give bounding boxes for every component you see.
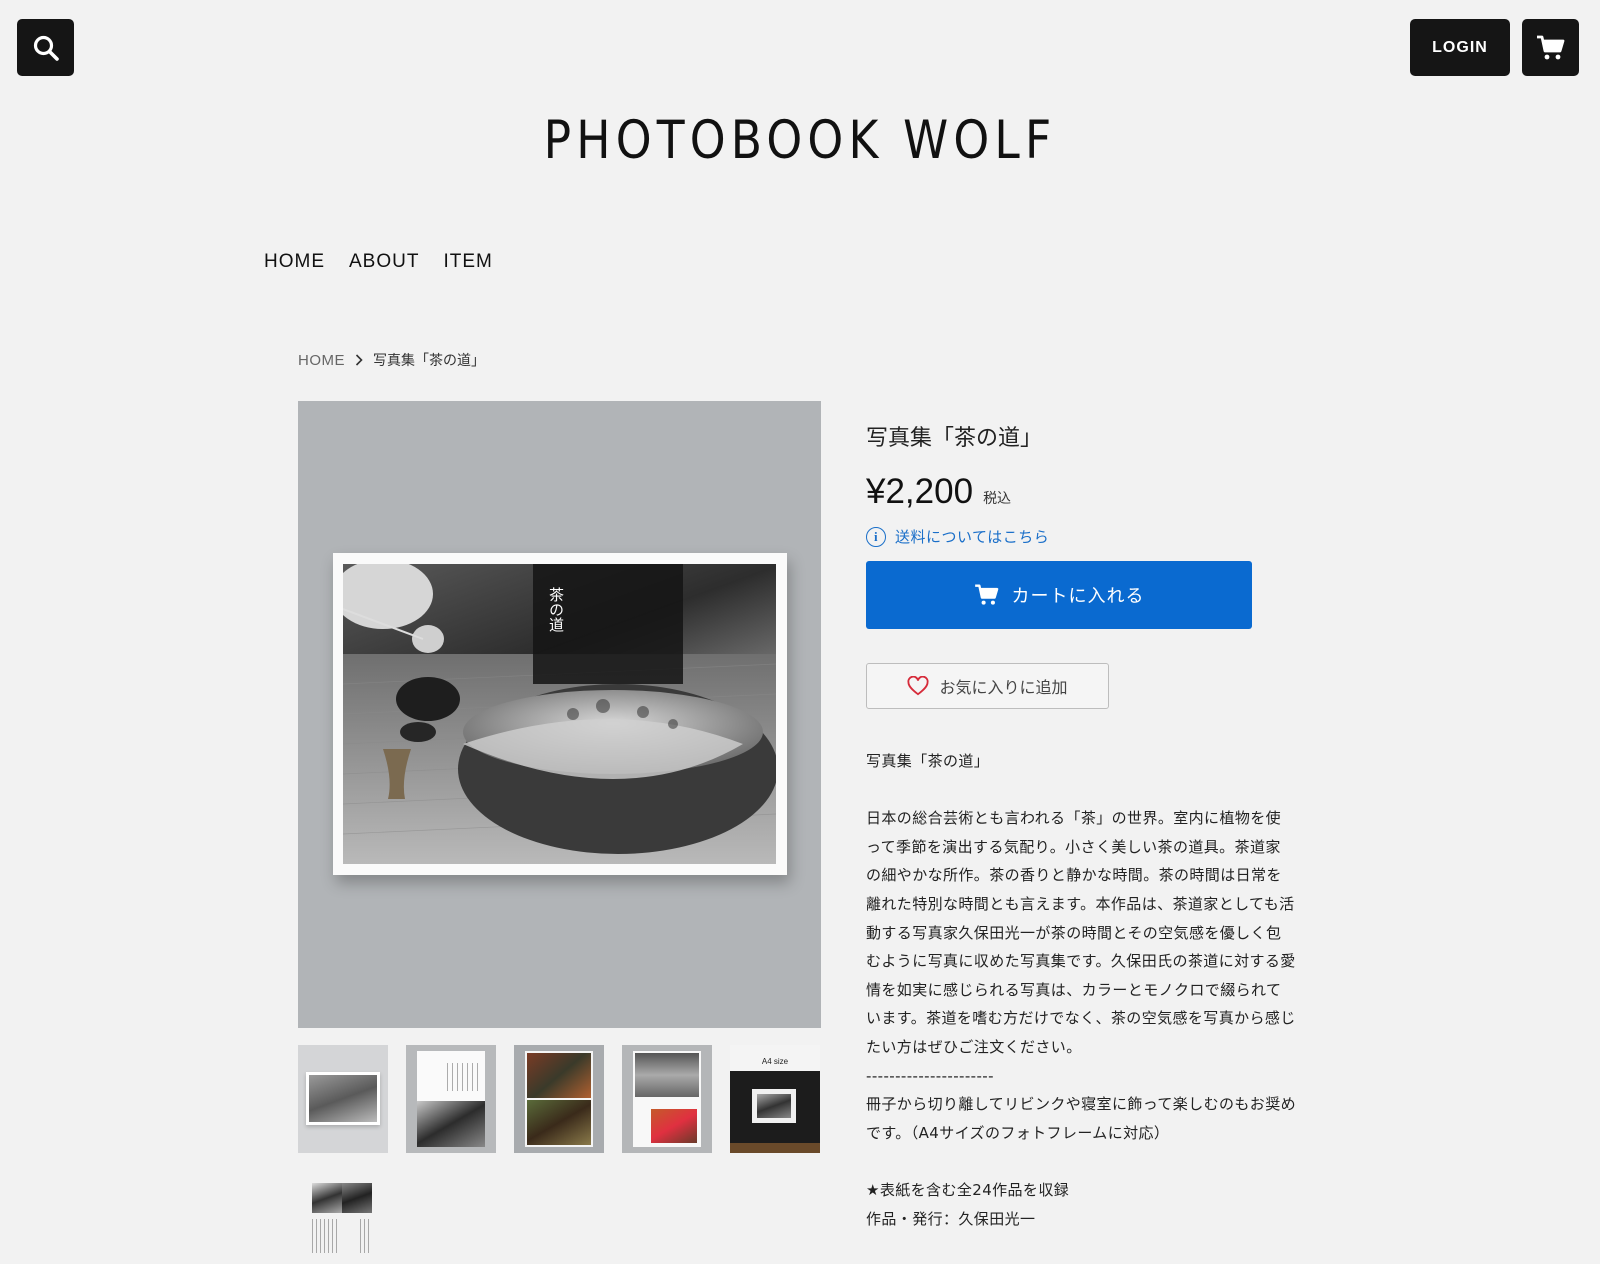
add-favorite-button[interactable]: お気に入りに追加: [866, 663, 1109, 709]
desc-body: 日本の総合芸術とも言われる「茶」の世界。室内に植物を使って季節を演出する気配り。…: [866, 809, 1296, 1056]
desc-divider: ----------------------: [866, 1066, 994, 1085]
cover-photo: 茶の道: [333, 553, 787, 875]
shipping-link-label: 送料についてはこちら: [895, 528, 1050, 546]
cart-button[interactable]: [1522, 19, 1579, 76]
tax-label: 税込: [983, 491, 1012, 507]
search-button[interactable]: [17, 19, 74, 76]
thumbnail-spread-3[interactable]: [622, 1045, 712, 1153]
thumbnail-a4-frame[interactable]: A4 size: [730, 1045, 820, 1153]
thumbnail-list: A4 size: [298, 1045, 821, 1264]
product-main-image[interactable]: 茶の道: [298, 401, 821, 1028]
thumbnail-author[interactable]: [298, 1171, 388, 1264]
price-row: ¥2,200 税込: [866, 472, 1296, 512]
product-info: 写真集「茶の道」 ¥2,200 税込 i 送料についてはこちら カートに入れる …: [866, 420, 1296, 1233]
product-title: 写真集「茶の道」: [866, 426, 1043, 451]
cart-icon: [974, 584, 998, 605]
product-price: ¥2,200: [866, 472, 974, 511]
thumbnail-a4-label: A4 size: [761, 1057, 789, 1066]
nav-item-home[interactable]: HOME: [264, 251, 325, 273]
breadcrumb-current: 写真集「茶の道」: [373, 353, 485, 369]
shipping-link[interactable]: i 送料についてはこちら: [866, 526, 1296, 547]
desc-count: ★表紙を含む全24作品を収録: [866, 1180, 1070, 1199]
desc-author: 作品・発行：久保田光一: [866, 1209, 1036, 1228]
add-favorite-label: お気に入りに追加: [939, 678, 1068, 697]
main-nav: HOME ABOUT ITEM: [264, 251, 493, 273]
heart-icon: [908, 676, 929, 696]
info-icon: i: [866, 526, 886, 547]
breadcrumb-home[interactable]: HOME: [298, 352, 345, 369]
product-description: 写真集「茶の道」 日本の総合芸術とも言われる「茶」の世界。室内に植物を使って季節…: [866, 747, 1296, 1233]
desc-note: 冊子から切り離してリビンクや寝室に飾って楽しむのもお奨めです。（A4サイズのフォ…: [866, 1095, 1297, 1142]
add-to-cart-label: カートに入れる: [1011, 586, 1145, 607]
login-button[interactable]: LOGIN: [1410, 19, 1510, 76]
search-icon: [33, 35, 59, 61]
thumbnail-spread-1[interactable]: [406, 1045, 496, 1153]
thumbnail-spread-2[interactable]: [514, 1045, 604, 1153]
thumbnail-cover[interactable]: [298, 1045, 388, 1153]
cover-title-text: 茶の道: [547, 587, 565, 632]
chevron-right-icon: [355, 354, 363, 366]
site-logo[interactable]: PHOTOBOOK WOLF: [112, 110, 1488, 171]
desc-title: 写真集「茶の道」: [866, 752, 990, 770]
nav-item-item[interactable]: ITEM: [443, 251, 492, 273]
cart-icon: [1536, 35, 1564, 59]
nav-item-about[interactable]: ABOUT: [349, 251, 419, 273]
add-to-cart-button[interactable]: カートに入れる: [866, 561, 1252, 629]
breadcrumb: HOME 写真集「茶の道」: [298, 350, 485, 370]
